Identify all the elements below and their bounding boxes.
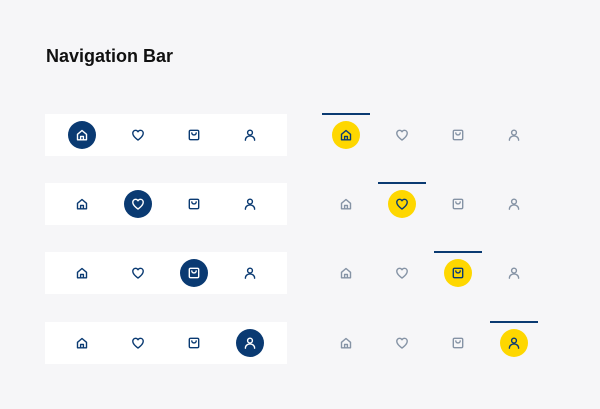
- heart-icon: [131, 128, 145, 142]
- nav-item-home[interactable]: [68, 322, 96, 364]
- active-indicator-line: [490, 321, 538, 323]
- user-icon: [243, 336, 257, 350]
- shopping-bag-icon: [187, 336, 201, 350]
- user-icon: [507, 128, 521, 142]
- home-icon: [75, 128, 89, 142]
- nav-item-favorites[interactable]: [388, 322, 416, 364]
- heart-icon: [395, 128, 409, 142]
- shopping-bag-icon: [451, 197, 465, 211]
- shopping-bag-icon: [187, 128, 201, 142]
- user-icon: [507, 336, 521, 350]
- heart-icon: [395, 336, 409, 350]
- heart-icon: [395, 197, 409, 211]
- shopping-bag-icon: [451, 336, 465, 350]
- nav-item-shop[interactable]: [444, 322, 472, 364]
- home-icon: [75, 336, 89, 350]
- nav-item-favorites[interactable]: [124, 252, 152, 294]
- active-indicator-line: [322, 113, 370, 115]
- nav-item-shop[interactable]: [180, 322, 208, 364]
- heart-icon: [131, 197, 145, 211]
- user-icon: [507, 266, 521, 280]
- nav-item-shop[interactable]: [444, 183, 472, 225]
- nav-bar-yellow-shop-active: [318, 251, 542, 294]
- home-icon: [339, 128, 353, 142]
- nav-item-favorites[interactable]: [124, 114, 152, 156]
- nav-item-home[interactable]: [332, 183, 360, 225]
- nav-item-favorites[interactable]: [388, 114, 416, 156]
- nav-item-profile[interactable]: [236, 114, 264, 156]
- nav-item-home[interactable]: [332, 322, 360, 364]
- nav-item-shop[interactable]: [180, 114, 208, 156]
- user-icon: [243, 197, 257, 211]
- nav-item-favorites[interactable]: [124, 183, 152, 225]
- nav-item-shop[interactable]: [434, 251, 482, 294]
- nav-item-favorites[interactable]: [388, 252, 416, 294]
- shopping-bag-icon: [187, 266, 201, 280]
- home-icon: [339, 266, 353, 280]
- nav-item-shop[interactable]: [180, 252, 208, 294]
- heart-icon: [131, 336, 145, 350]
- nav-item-home[interactable]: [68, 114, 96, 156]
- active-indicator-line: [378, 182, 426, 184]
- nav-item-profile[interactable]: [500, 252, 528, 294]
- home-icon: [75, 197, 89, 211]
- shopping-bag-icon: [451, 128, 465, 142]
- nav-item-home[interactable]: [332, 252, 360, 294]
- nav-item-profile[interactable]: [500, 183, 528, 225]
- nav-bar-filled-home-active: [45, 114, 287, 156]
- shopping-bag-icon: [451, 266, 465, 280]
- nav-bar-filled-favorites-active: [45, 183, 287, 225]
- nav-item-home[interactable]: [322, 113, 370, 156]
- nav-item-home[interactable]: [68, 183, 96, 225]
- nav-item-profile[interactable]: [236, 252, 264, 294]
- nav-bar-yellow-profile-active: [318, 321, 542, 364]
- nav-bar-filled-profile-active: [45, 322, 287, 364]
- nav-item-profile[interactable]: [500, 114, 528, 156]
- home-icon: [75, 266, 89, 280]
- nav-item-favorites[interactable]: [378, 182, 426, 225]
- nav-bar-filled-shop-active: [45, 252, 287, 294]
- nav-item-shop[interactable]: [444, 114, 472, 156]
- user-icon: [243, 266, 257, 280]
- shopping-bag-icon: [187, 197, 201, 211]
- user-icon: [507, 197, 521, 211]
- nav-item-home[interactable]: [68, 252, 96, 294]
- home-icon: [339, 336, 353, 350]
- page-title: Navigation Bar: [46, 46, 174, 66]
- user-icon: [243, 128, 257, 142]
- nav-bar-yellow-home-active: [318, 113, 542, 156]
- nav-bar-yellow-favorites-active: [318, 182, 542, 225]
- heart-icon: [131, 266, 145, 280]
- nav-item-shop[interactable]: [180, 183, 208, 225]
- home-icon: [339, 197, 353, 211]
- heart-icon: [395, 266, 409, 280]
- nav-item-profile[interactable]: [490, 321, 538, 364]
- nav-item-favorites[interactable]: [124, 322, 152, 364]
- nav-item-profile[interactable]: [236, 322, 264, 364]
- nav-item-profile[interactable]: [236, 183, 264, 225]
- active-indicator-line: [434, 251, 482, 253]
